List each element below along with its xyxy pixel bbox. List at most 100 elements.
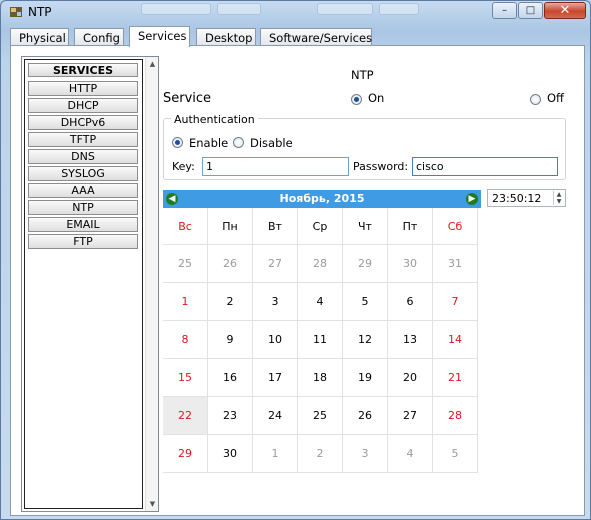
service-syslog-button[interactable]: SYSLOG	[28, 166, 138, 181]
service-off-label: Off	[547, 91, 564, 105]
calendar-day[interactable]: 30	[388, 245, 433, 283]
calendar-day[interactable]: 24	[253, 397, 298, 435]
tab-services[interactable]: Services	[129, 26, 190, 47]
services-scrollbar[interactable]: ▲ ▼	[145, 57, 158, 511]
minimize-button[interactable]: –	[492, 2, 517, 19]
key-label: Key:	[172, 160, 195, 173]
service-on-radio[interactable]	[351, 94, 362, 105]
calendar-day[interactable]: 2	[208, 283, 253, 321]
time-spinner[interactable]: ▲ ▼	[553, 191, 564, 205]
calendar-day[interactable]: 2	[298, 435, 343, 473]
services-header: SERVICES	[28, 63, 138, 77]
calendar-day[interactable]: 9	[208, 321, 253, 359]
password-field[interactable]: cisco	[412, 157, 558, 176]
calendar-day[interactable]: 4	[298, 283, 343, 321]
service-aaa-button[interactable]: AAA	[28, 183, 138, 198]
time-field[interactable]: 23:50:12 ▲ ▼	[487, 189, 566, 207]
app-icon	[10, 7, 22, 17]
calendar-day[interactable]: 25	[298, 397, 343, 435]
calendar-day[interactable]: 20	[388, 359, 433, 397]
calendar-month-label[interactable]: Ноябрь, 2015	[163, 192, 481, 205]
close-button[interactable]: ✕	[544, 2, 586, 19]
service-dns-button[interactable]: DNS	[28, 149, 138, 164]
next-month-arrow-icon[interactable]: ▶	[466, 193, 478, 205]
scroll-down-icon[interactable]: ▼	[148, 500, 157, 508]
calendar-day[interactable]: 8	[163, 321, 208, 359]
service-dhcp-button[interactable]: DHCP	[28, 98, 138, 113]
calendar-day[interactable]: 1	[253, 435, 298, 473]
calendar-day[interactable]: 7	[433, 283, 478, 321]
service-ntp-button[interactable]: NTP	[28, 200, 138, 215]
calendar-day[interactable]: 10	[253, 321, 298, 359]
maximize-button[interactable]: □	[518, 2, 543, 19]
calendar-day[interactable]: 17	[253, 359, 298, 397]
calendar-day[interactable]: 28	[298, 245, 343, 283]
authentication-group: Authentication Enable Disable Key: 1 Pas…	[163, 113, 566, 180]
service-email-button[interactable]: EMAIL	[28, 217, 138, 232]
service-label: Service	[163, 91, 212, 106]
calendar-day[interactable]: 14	[433, 321, 478, 359]
service-tftp-button[interactable]: TFTP	[28, 132, 138, 147]
calendar-day[interactable]: 19	[343, 359, 388, 397]
calendar-day[interactable]: 5	[433, 435, 478, 473]
tab-physical[interactable]: Physical	[10, 28, 69, 46]
time-down-icon[interactable]: ▼	[554, 198, 564, 205]
calendar-day[interactable]: 12	[343, 321, 388, 359]
calendar-day[interactable]: 11	[298, 321, 343, 359]
calendar-day[interactable]: 29	[163, 435, 208, 473]
ntp-heading: NTP	[351, 68, 374, 82]
calendar-day[interactable]: 6	[388, 283, 433, 321]
calendar-day[interactable]: 4	[388, 435, 433, 473]
calendar-day[interactable]: 1	[163, 283, 208, 321]
weekday-header: Пт	[388, 208, 433, 245]
auth-disable-radio[interactable]	[233, 137, 244, 148]
auth-disable-label: Disable	[250, 136, 293, 150]
service-http-button[interactable]: HTTP	[28, 81, 138, 96]
scroll-up-icon[interactable]: ▲	[148, 60, 157, 68]
calendar-day[interactable]: 27	[253, 245, 298, 283]
ntp-window: NTP – □ ✕ Physical Config Services Deskt…	[0, 0, 591, 520]
calendar-day[interactable]: 28	[433, 397, 478, 435]
weekday-header: Чт	[343, 208, 388, 245]
tab-desktop[interactable]: Desktop	[196, 28, 256, 46]
calendar-day[interactable]: 29	[343, 245, 388, 283]
password-label: Password:	[353, 160, 409, 173]
authentication-legend: Authentication	[171, 113, 258, 126]
weekday-header: Ср	[298, 208, 343, 245]
calendar-day[interactable]: 22	[163, 397, 208, 435]
service-on-label: On	[368, 91, 385, 105]
calendar-day[interactable]: 15	[163, 359, 208, 397]
calendar-day[interactable]: 3	[343, 435, 388, 473]
service-off-radio[interactable]	[530, 94, 541, 105]
services-list: SERVICES HTTP DHCP DHCPv6 TFTP DNS SYSLO…	[21, 56, 159, 512]
calendar-day[interactable]: 23	[208, 397, 253, 435]
calendar-day[interactable]: 25	[163, 245, 208, 283]
calendar-day[interactable]: 26	[343, 397, 388, 435]
title-bar[interactable]: NTP – □ ✕	[1, 1, 590, 23]
calendar-day[interactable]: 30	[208, 435, 253, 473]
calendar-day[interactable]: 26	[208, 245, 253, 283]
calendar-day[interactable]: 5	[343, 283, 388, 321]
tab-software-services[interactable]: Software/Services	[260, 28, 372, 46]
auth-enable-label: Enable	[189, 136, 229, 150]
calendar-day[interactable]: 13	[388, 321, 433, 359]
tab-config[interactable]: Config	[74, 28, 124, 46]
calendar-header: ◀ Ноябрь, 2015 ▶	[163, 190, 481, 208]
time-value: 23:50:12	[492, 192, 542, 205]
calendar-day[interactable]: 3	[253, 283, 298, 321]
calendar-day[interactable]: 18	[298, 359, 343, 397]
calendar-day[interactable]: 31	[433, 245, 478, 283]
service-ftp-button[interactable]: FTP	[28, 234, 138, 249]
services-panel: SERVICES HTTP DHCP DHCPv6 TFTP DNS SYSLO…	[10, 45, 585, 516]
weekday-header: Вт	[253, 208, 298, 245]
auth-enable-radio[interactable]	[172, 137, 183, 148]
calendar-day[interactable]: 27	[388, 397, 433, 435]
time-up-icon[interactable]: ▲	[554, 191, 564, 198]
calendar-day[interactable]: 21	[433, 359, 478, 397]
service-dhcpv6-button[interactable]: DHCPv6	[28, 115, 138, 130]
calendar-day[interactable]: 16	[208, 359, 253, 397]
key-field[interactable]: 1	[202, 157, 349, 176]
weekday-header: Пн	[208, 208, 253, 245]
weekday-header: Вс	[163, 208, 208, 245]
weekday-header: Сб	[433, 208, 478, 245]
